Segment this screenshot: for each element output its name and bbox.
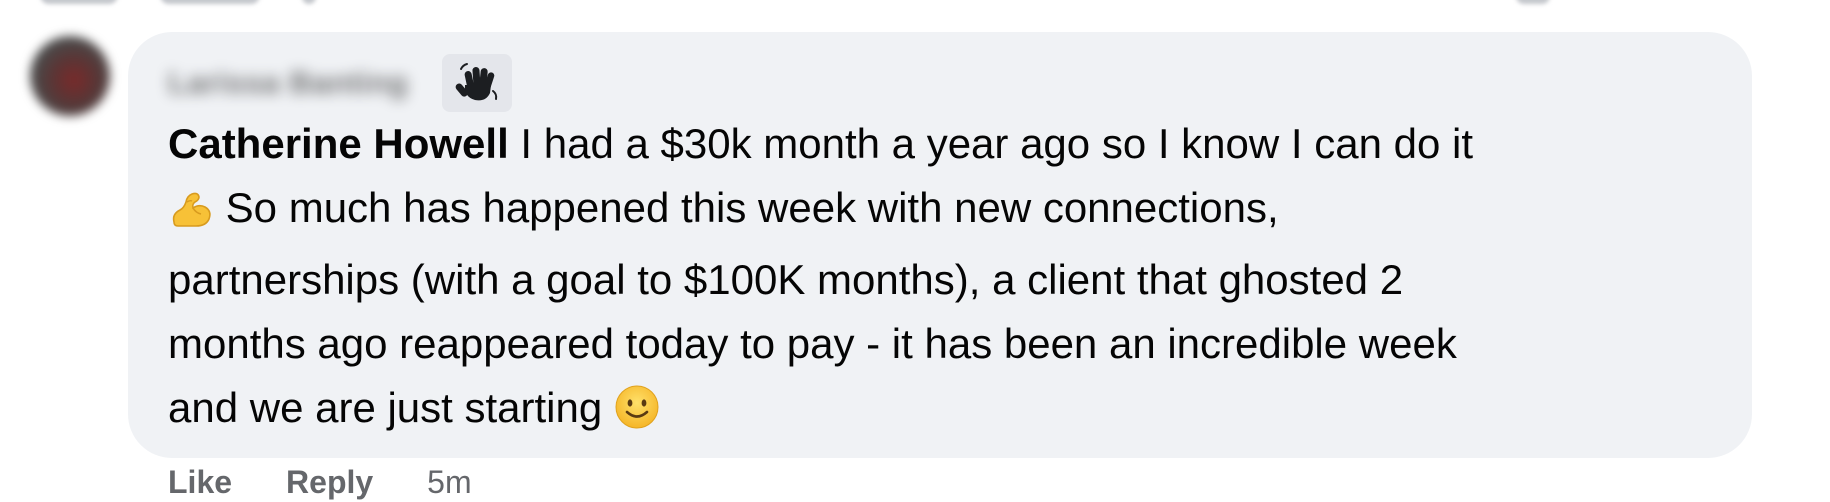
comment-body: Catherine Howell I had a $30k month a ye…: [168, 112, 1713, 448]
like-link[interactable]: Like: [168, 464, 232, 501]
smiling-face-emoji: [614, 384, 660, 448]
comment-text-line-3: partnerships (with a goal to $100K month…: [168, 256, 1404, 303]
avatar[interactable]: [30, 36, 110, 116]
author-name[interactable]: Larissa Banting: [168, 65, 408, 101]
comment-timestamp[interactable]: 5m: [427, 464, 471, 501]
comment-actions: Like Reply 5m: [168, 464, 472, 501]
previous-reply-link[interactable]: [160, 0, 260, 4]
comment-thread: Larissa Banting Catherine Howell I had a…: [0, 0, 1830, 502]
comment-text-line-5: and we are just starting: [168, 384, 603, 431]
comment-header: Larissa Banting: [168, 54, 513, 112]
reply-link[interactable]: Reply: [286, 464, 373, 501]
previous-timestamp: [302, 0, 316, 4]
previous-like-link[interactable]: [40, 0, 118, 4]
waving-hand-icon: [442, 54, 513, 112]
comment-text-line-1: I had a $30k month a year ago so I know …: [508, 120, 1474, 167]
mention-link[interactable]: Catherine Howell: [168, 120, 509, 167]
comment-text-line-4: months ago reappeared today to pay - it …: [168, 320, 1457, 367]
comment-text-line-2: So much has happened this week with new …: [214, 184, 1279, 231]
previous-reaction-count[interactable]: [1516, 0, 1550, 4]
previous-comment-actions: [40, 0, 316, 4]
flexed-biceps-emoji: [168, 184, 214, 248]
